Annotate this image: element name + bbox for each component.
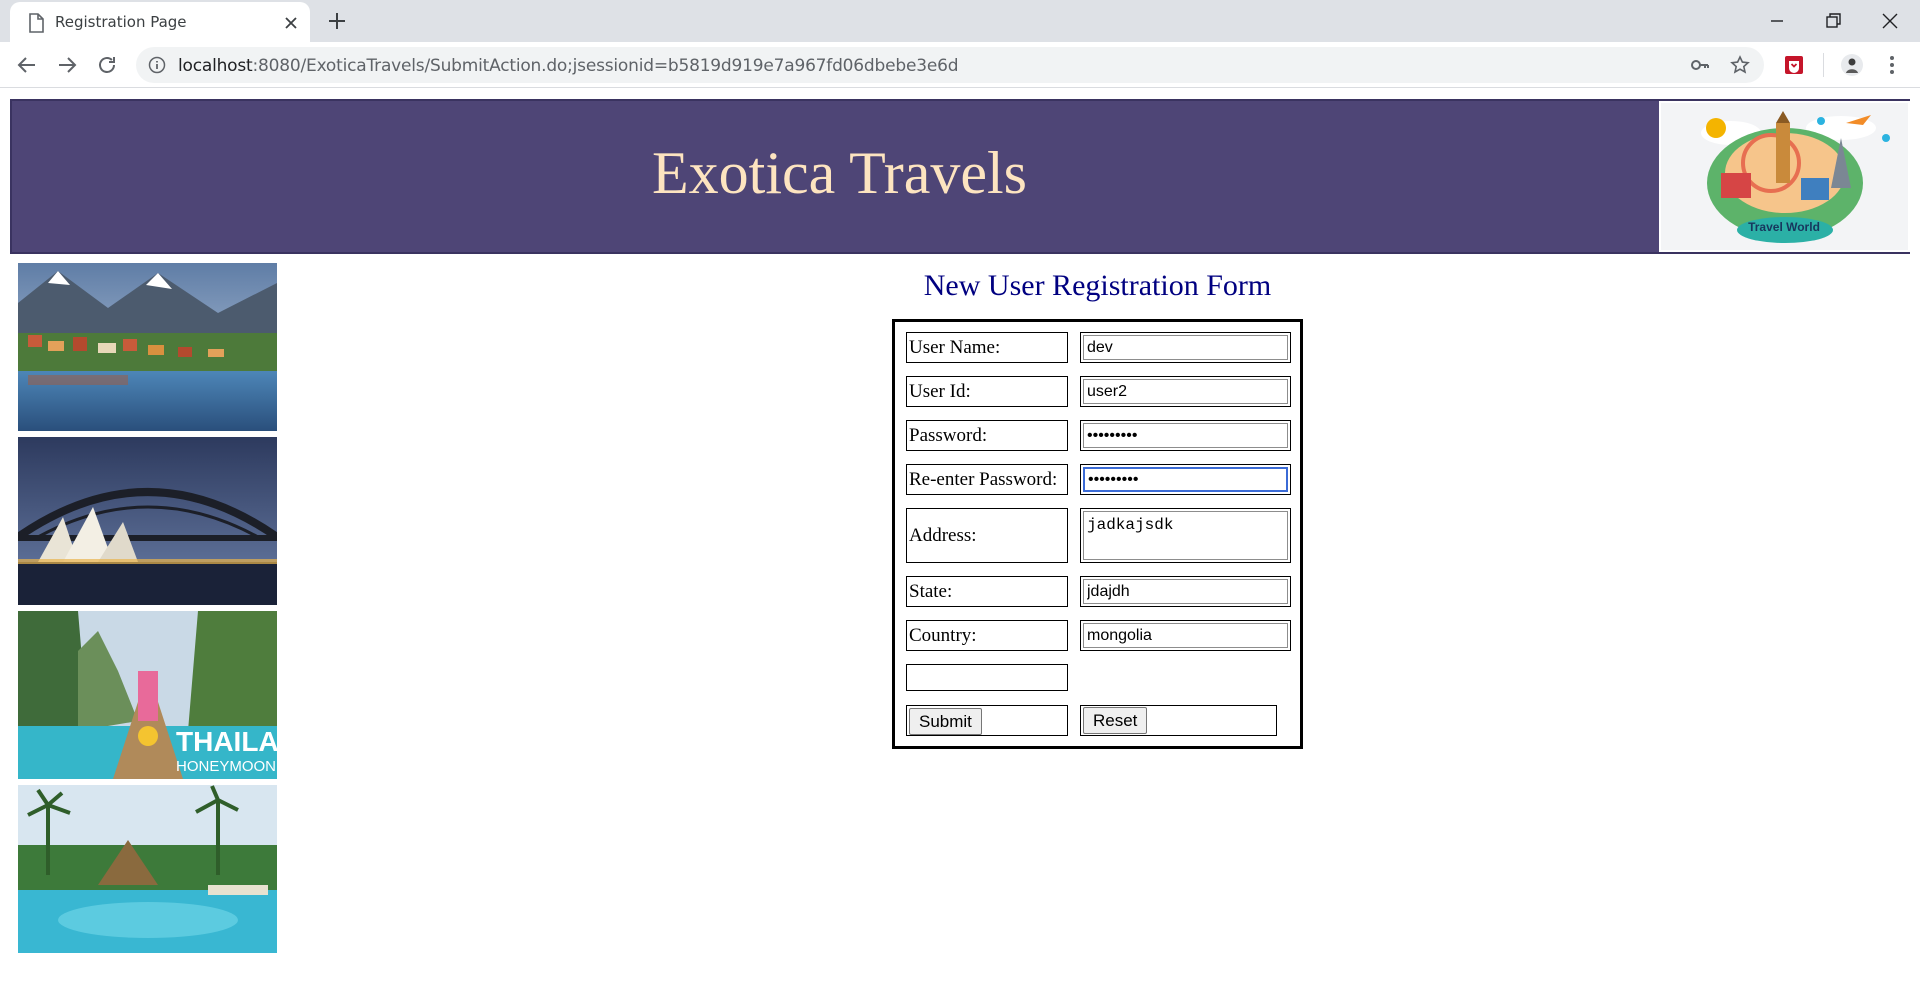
extension-icon[interactable] bbox=[1782, 53, 1806, 77]
password-label: Password: bbox=[906, 420, 1068, 451]
new-tab-icon[interactable] bbox=[326, 10, 348, 32]
address-textarea[interactable]: jadkajsdk bbox=[1083, 511, 1288, 560]
registration-form: User Name: User Id: Password: Re-enter P… bbox=[892, 319, 1303, 749]
repassword-label: Re-enter Password: bbox=[906, 464, 1068, 495]
password-field-cell bbox=[1080, 420, 1291, 451]
thailand-caption: THAILAND bbox=[176, 726, 277, 757]
sydney-opera-house-photo bbox=[18, 437, 277, 605]
site-title: Exotica Travels bbox=[652, 140, 1027, 206]
mountain-lake-village-photo bbox=[18, 263, 277, 431]
country-input[interactable] bbox=[1083, 623, 1288, 648]
repassword-field-cell bbox=[1080, 464, 1291, 495]
userid-label: User Id: bbox=[906, 376, 1068, 407]
minimize-icon[interactable] bbox=[1764, 8, 1790, 34]
browser-tab[interactable]: Registration Page bbox=[10, 2, 310, 42]
password-input[interactable] bbox=[1083, 423, 1288, 448]
site-header: Exotica Travels Travel World bbox=[10, 99, 1910, 254]
username-label: User Name: bbox=[906, 332, 1068, 363]
document-icon bbox=[29, 13, 44, 33]
close-window-icon[interactable] bbox=[1877, 8, 1903, 34]
profile-avatar[interactable] bbox=[1840, 53, 1864, 77]
travel-world-logo: Travel World bbox=[1659, 101, 1910, 252]
logo-text: Travel World bbox=[1748, 220, 1820, 234]
reload-icon[interactable] bbox=[95, 53, 119, 77]
submit-cell: Submit bbox=[906, 705, 1068, 736]
empty-cell bbox=[906, 664, 1068, 691]
country-field-cell bbox=[1080, 620, 1291, 651]
address-bar[interactable]: localhost:8080/ExoticaTravels/SubmitActi… bbox=[136, 47, 1764, 83]
country-label: Country: bbox=[906, 620, 1068, 651]
url-host: localhost bbox=[178, 56, 253, 76]
address-label: Address: bbox=[906, 508, 1068, 563]
key-icon[interactable] bbox=[1690, 55, 1710, 75]
more-menu-icon[interactable] bbox=[1880, 53, 1904, 77]
state-input[interactable] bbox=[1083, 579, 1288, 604]
url-text[interactable]: localhost:8080/ExoticaTravels/SubmitActi… bbox=[178, 56, 958, 76]
close-tab-icon[interactable] bbox=[281, 13, 301, 33]
back-arrow-icon[interactable] bbox=[15, 53, 39, 77]
restore-icon[interactable] bbox=[1820, 8, 1846, 34]
honeymoon-caption: HONEYMOON bbox=[176, 758, 276, 775]
form-title: New User Registration Form bbox=[923, 269, 1272, 302]
toolbar-divider bbox=[1823, 53, 1824, 77]
username-field-cell bbox=[1080, 332, 1291, 363]
tab-title: Registration Page bbox=[55, 13, 187, 31]
tropical-resort-pool-photo bbox=[18, 785, 277, 953]
repassword-input[interactable] bbox=[1083, 467, 1288, 492]
userid-input[interactable] bbox=[1083, 379, 1288, 404]
state-field-cell bbox=[1080, 576, 1291, 607]
browser-tabstrip: Registration Page bbox=[0, 0, 1920, 42]
state-label: State: bbox=[906, 576, 1068, 607]
address-field-cell: jadkajsdk bbox=[1080, 508, 1291, 563]
reset-cell: Reset bbox=[1080, 705, 1277, 736]
info-icon[interactable] bbox=[148, 56, 166, 74]
submit-button[interactable]: Submit bbox=[909, 708, 982, 735]
web-page: Exotica Travels Travel World THAILA HONE… bbox=[0, 89, 1920, 990]
thailand-honeymoon-photo: THAILAND HONEYMOON bbox=[18, 611, 277, 779]
userid-field-cell bbox=[1080, 376, 1291, 407]
star-icon[interactable] bbox=[1730, 55, 1750, 75]
url-path: :8080/ExoticaTravels/SubmitAction.do;jse… bbox=[252, 56, 959, 76]
browser-toolbar: localhost:8080/ExoticaTravels/SubmitActi… bbox=[0, 42, 1920, 88]
reset-button[interactable]: Reset bbox=[1083, 707, 1148, 734]
username-input[interactable] bbox=[1083, 335, 1288, 360]
forward-arrow-icon[interactable] bbox=[55, 53, 79, 77]
